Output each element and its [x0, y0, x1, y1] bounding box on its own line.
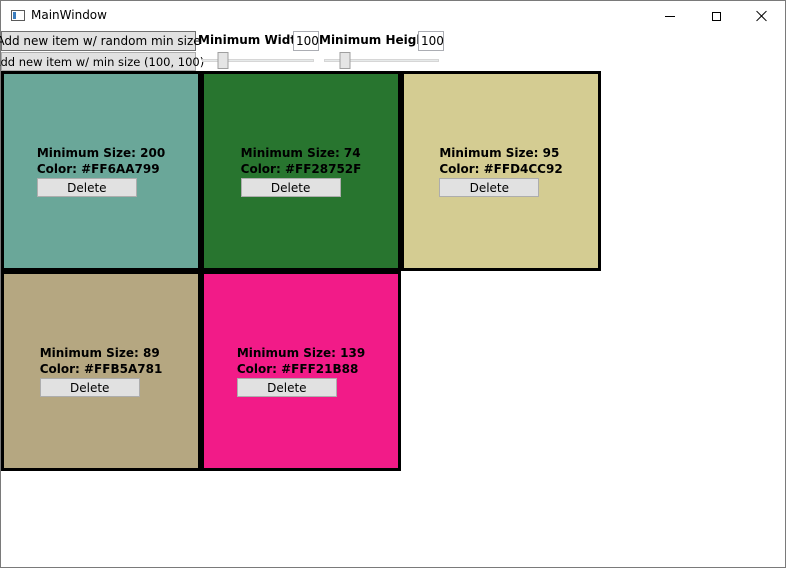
tile-color-text: Color: #FFF21B88	[236, 362, 359, 376]
tile-size-text: Minimum Size: 95	[439, 146, 560, 160]
close-button[interactable]	[739, 1, 785, 31]
app-window-icon	[11, 10, 25, 21]
color-tile: Minimum Size: 74 Color: #FF28752F Delete	[201, 71, 401, 271]
min-height-slider[interactable]	[324, 52, 439, 69]
color-tile: Minimum Size: 200 Color: #FF6AA799 Delet…	[1, 71, 201, 271]
maximize-button[interactable]	[693, 1, 739, 31]
tile-color-text: Color: #FF28752F	[240, 162, 362, 176]
delete-button[interactable]: Delete	[439, 178, 540, 197]
delete-button[interactable]: Delete	[39, 378, 140, 397]
color-tile: Minimum Size: 89 Color: #FFB5A781 Delete	[1, 271, 201, 471]
tile-color-text: Color: #FFD4CC92	[439, 162, 563, 176]
tile-color-text: Color: #FFB5A781	[39, 362, 163, 376]
delete-button[interactable]: Delete	[36, 178, 137, 197]
tile-size-text: Minimum Size: 74	[240, 146, 361, 160]
min-width-slider[interactable]	[202, 52, 314, 69]
minimize-icon	[665, 15, 675, 17]
minimize-button[interactable]	[647, 1, 693, 31]
delete-button[interactable]: Delete	[236, 378, 337, 397]
color-tile: Minimum Size: 139 Color: #FFF21B88 Delet…	[201, 271, 401, 471]
maximize-icon	[711, 11, 721, 21]
slider-thumb[interactable]	[339, 52, 351, 69]
close-icon	[756, 10, 768, 22]
tile-color-text: Color: #FF6AA799	[36, 162, 160, 176]
tile-size-text: Minimum Size: 89	[39, 346, 160, 360]
add-random-item-button[interactable]: Add new item w/ random min size	[0, 31, 201, 51]
window-title: MainWindow	[31, 8, 107, 22]
min-height-input[interactable]: 100	[418, 31, 444, 51]
slider-thumb[interactable]	[217, 52, 229, 69]
add-fixed-item-button[interactable]: Add new item w/ min size (100, 100)	[0, 52, 204, 71]
color-tile: Minimum Size: 95 Color: #FFD4CC92 Delete	[401, 71, 601, 271]
min-width-input[interactable]: 100	[293, 31, 319, 51]
tile-size-text: Minimum Size: 200	[36, 146, 166, 160]
title-bar[interactable]: MainWindow	[1, 1, 785, 31]
delete-button[interactable]: Delete	[240, 178, 341, 197]
tile-size-text: Minimum Size: 139	[236, 346, 366, 360]
